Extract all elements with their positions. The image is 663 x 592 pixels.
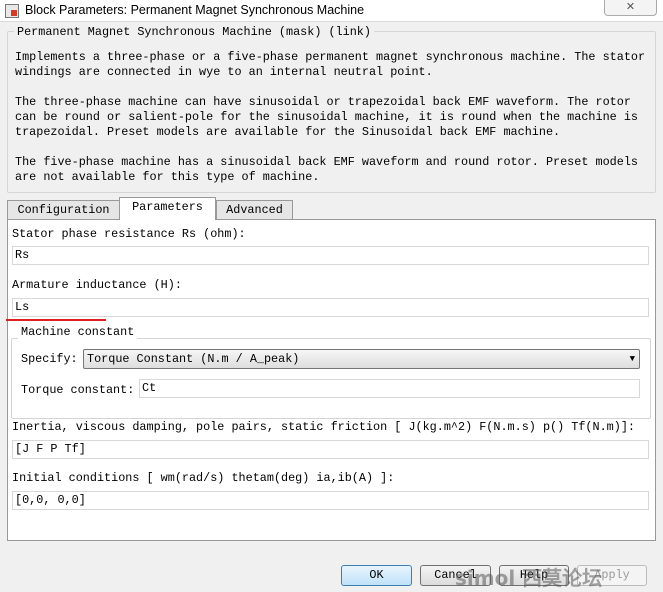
inertia-label: Inertia, viscous damping, pole pairs, st… <box>12 420 635 434</box>
torque-constant-label: Torque constant: <box>21 383 135 397</box>
initial-conditions-label: Initial conditions [ wm(rad/s) thetam(de… <box>12 471 395 485</box>
tab-parameters[interactable]: Parameters <box>119 197 216 220</box>
machine-constant-legend: Machine constant <box>18 325 138 339</box>
description-line: are not available for this type of machi… <box>15 170 320 184</box>
inertia-input[interactable]: [J F P Tf] <box>12 440 649 459</box>
simulink-block-icon <box>5 4 19 18</box>
description-line: windings are connected in wye to an inte… <box>15 65 433 79</box>
window-title: Block Parameters: Permanent Magnet Synch… <box>25 3 365 17</box>
description-line: The three-phase machine can have sinusoi… <box>15 95 631 109</box>
specify-dropdown[interactable]: Torque Constant (N.m / A_peak) ▼ <box>83 349 640 369</box>
ls-input[interactable]: Ls <box>12 298 649 317</box>
description-line: Implements a three-phase or a five-phase… <box>15 50 646 64</box>
ls-label: Armature inductance (H): <box>12 278 182 292</box>
description-line: The five-phase machine has a sinusoidal … <box>15 155 638 169</box>
ok-button[interactable]: OK <box>341 565 412 586</box>
chevron-down-icon: ▼ <box>629 354 635 364</box>
torque-constant-input[interactable]: Ct <box>139 379 640 398</box>
initial-conditions-input[interactable]: [0,0, 0,0] <box>12 491 649 510</box>
tab-advanced[interactable]: Advanced <box>216 200 293 220</box>
watermark-logo: simol 西莫论坛 <box>455 566 603 590</box>
rs-label: Stator phase resistance Rs (ohm): <box>12 227 246 241</box>
title-bar: Block Parameters: Permanent Magnet Synch… <box>0 0 663 22</box>
description-line: can be round or salient-pole for the sin… <box>15 110 638 124</box>
specify-label: Specify: <box>21 352 78 366</box>
description-legend: Permanent Magnet Synchronous Machine (ma… <box>14 25 374 39</box>
red-underline-annotation <box>6 319 106 321</box>
close-icon[interactable]: ✕ <box>604 0 657 16</box>
description-line: trapezoidal. Preset models are available… <box>15 125 561 139</box>
tab-configuration[interactable]: Configuration <box>7 200 120 220</box>
rs-input[interactable]: Rs <box>12 246 649 265</box>
specify-value: Torque Constant (N.m / A_peak) <box>87 352 300 366</box>
